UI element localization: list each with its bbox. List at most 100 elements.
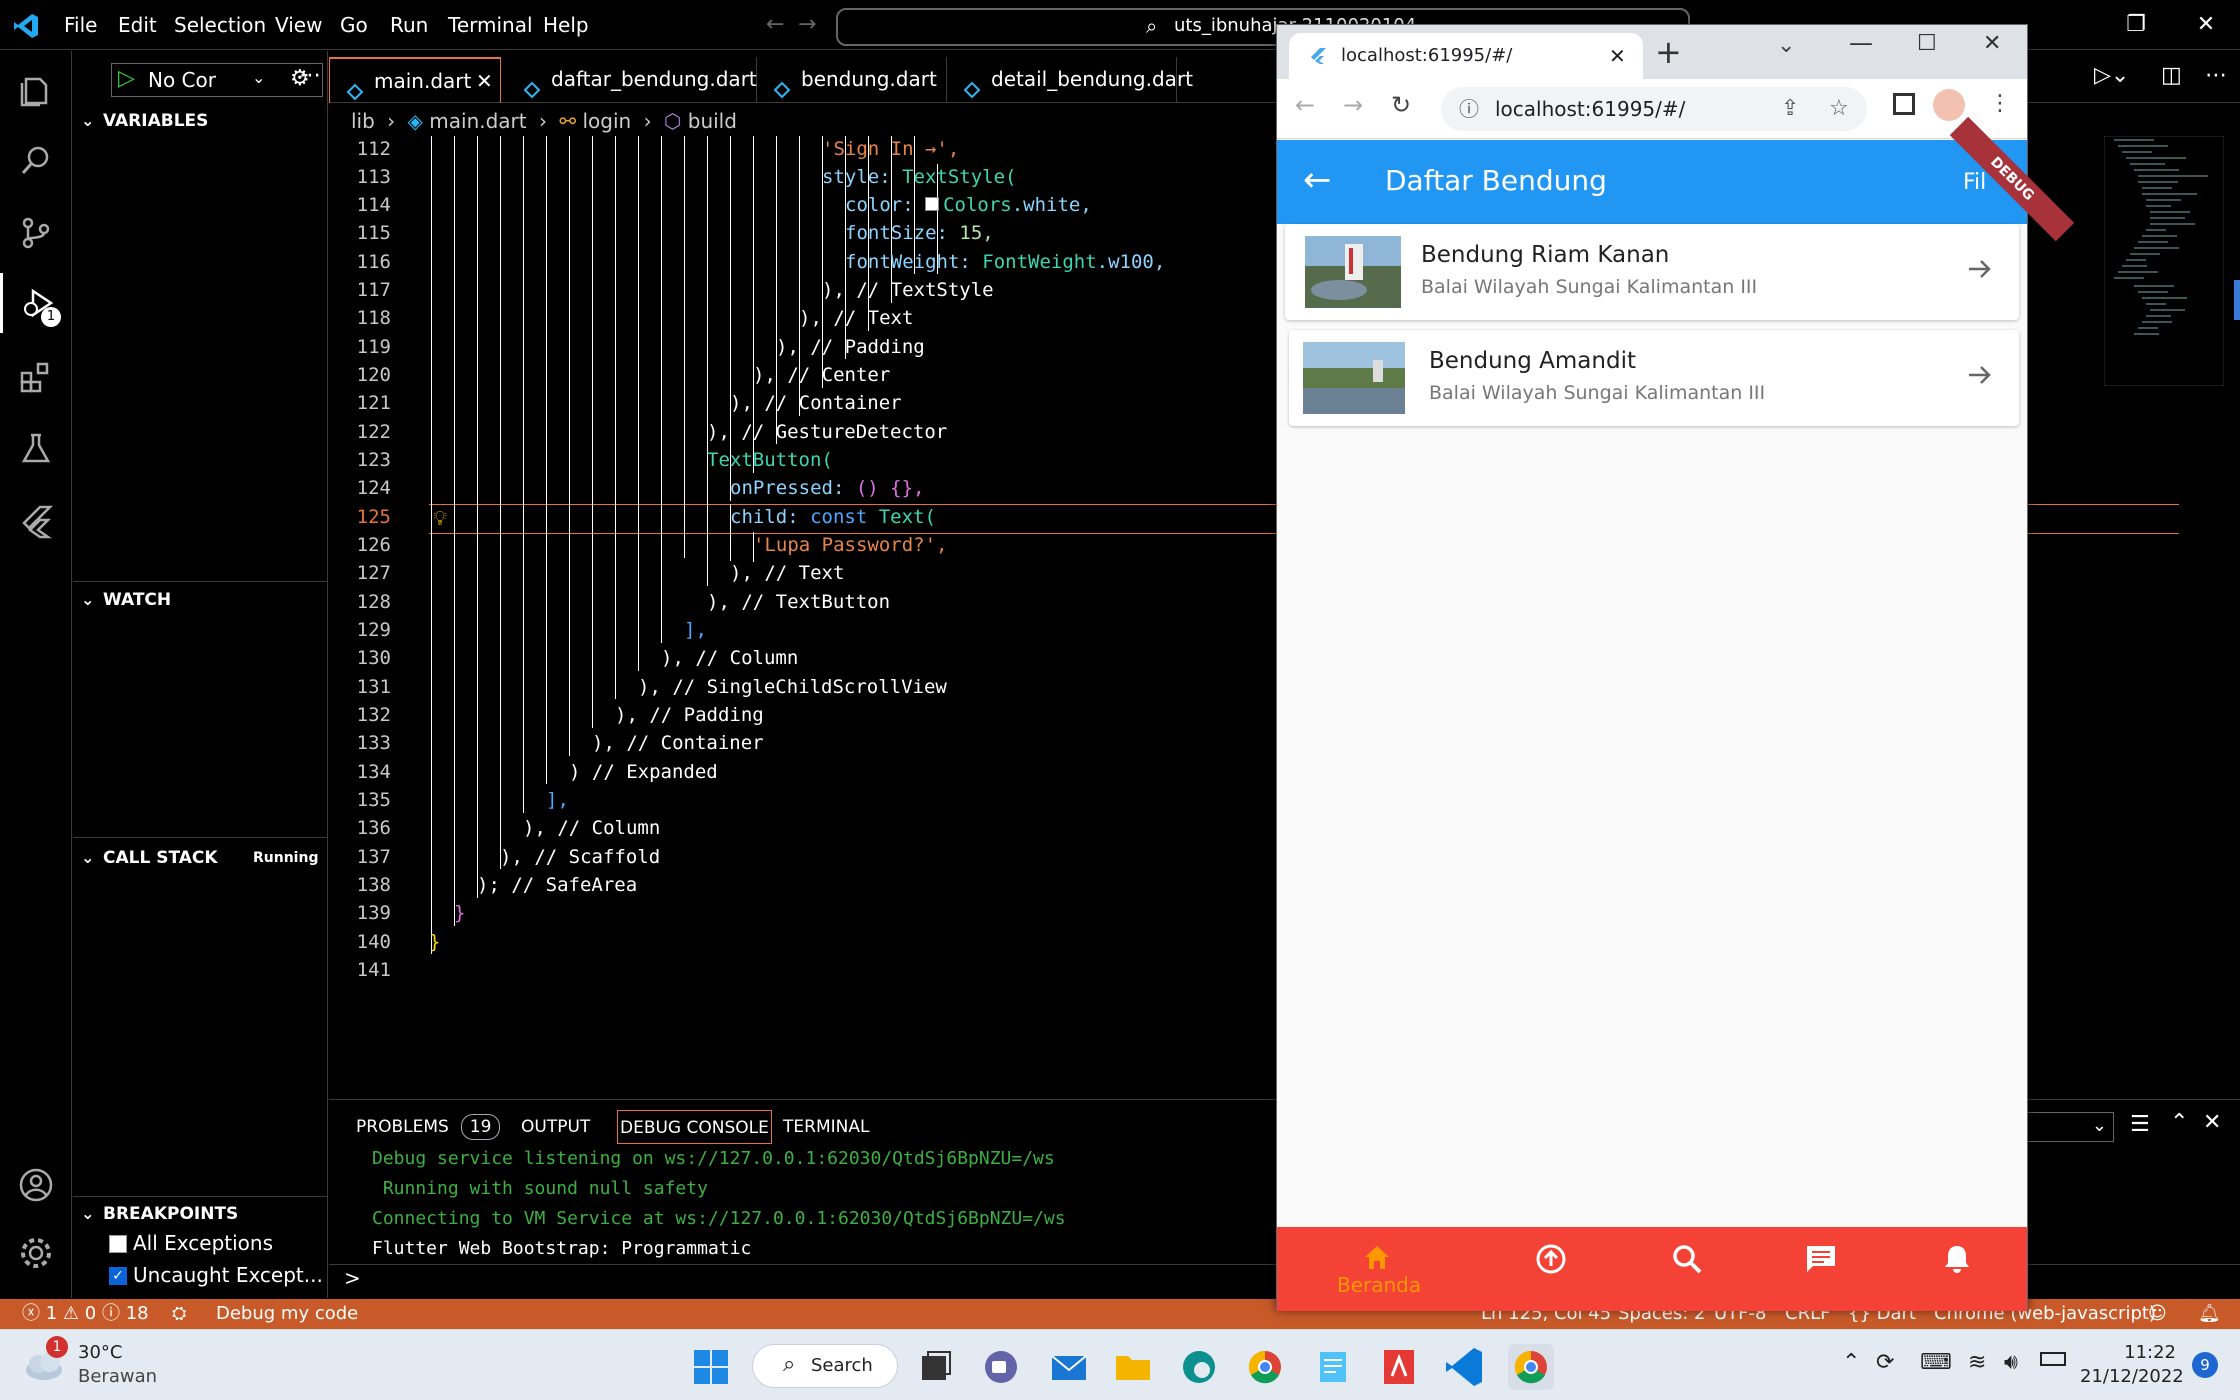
edge-button[interactable] bbox=[1176, 1344, 1222, 1390]
nav-beranda[interactable]: Beranda bbox=[1337, 1243, 1421, 1303]
uncaught-exceptions-checkbox[interactable]: ✓ bbox=[109, 1267, 127, 1285]
nav-notifications[interactable] bbox=[1917, 1243, 1997, 1303]
nav-upload[interactable] bbox=[1511, 1243, 1591, 1303]
more-actions-icon[interactable]: ⋯ bbox=[2205, 63, 2227, 88]
console-prompt[interactable]: > bbox=[344, 1266, 361, 1290]
feedback-icon[interactable]: ☺ bbox=[2148, 1299, 2167, 1329]
clock-time[interactable]: 11:22 bbox=[2088, 1342, 2176, 1363]
source-control-button[interactable] bbox=[0, 203, 72, 263]
nav-back-icon[interactable]: ← bbox=[766, 12, 784, 37]
taskbar-search[interactable]: ⌕ Search bbox=[752, 1344, 898, 1388]
avatar[interactable] bbox=[1933, 89, 1965, 121]
maximize-panel-icon[interactable]: ⌃ bbox=[2170, 1110, 2188, 1135]
close-icon[interactable]: ✕ bbox=[476, 59, 493, 103]
menu-selection[interactable]: Selection bbox=[174, 12, 266, 38]
start-debug-icon[interactable]: ▷ bbox=[118, 66, 135, 91]
minimap[interactable] bbox=[2103, 135, 2225, 387]
nav-search[interactable] bbox=[1647, 1243, 1727, 1303]
chrome-active-button[interactable] bbox=[1508, 1344, 1554, 1390]
new-tab-icon[interactable]: + bbox=[1655, 33, 1682, 71]
back-arrow-icon[interactable]: ← bbox=[1303, 160, 1332, 200]
chrome-menu-icon[interactable]: ⋮ bbox=[1989, 91, 2011, 116]
tab-debug-console[interactable]: DEBUG CONSOLE bbox=[617, 1110, 772, 1144]
site-info-icon[interactable]: ⓘ bbox=[1459, 87, 1479, 131]
side-panel-icon[interactable] bbox=[1893, 93, 1915, 115]
task-view-button[interactable] bbox=[912, 1344, 958, 1390]
all-exceptions-checkbox[interactable] bbox=[109, 1235, 127, 1253]
maximize-icon[interactable]: ☐ bbox=[1917, 31, 1937, 56]
list-item[interactable]: Bendung Riam Kanan Balai Wilayah Sungai … bbox=[1285, 224, 2019, 320]
bell-icon[interactable]: 🔔︎ bbox=[2198, 1299, 2221, 1329]
chevron-down-icon[interactable]: ⌄ bbox=[252, 68, 265, 87]
testing-button[interactable] bbox=[0, 419, 72, 479]
notification-badge[interactable]: 9 bbox=[2192, 1352, 2218, 1378]
volume-icon[interactable]: 🔊︎ bbox=[2004, 1350, 2018, 1375]
pdf-reader-button[interactable] bbox=[1376, 1344, 1422, 1390]
nav-messages[interactable] bbox=[1781, 1243, 1861, 1303]
split-editor-icon[interactable]: ◫ bbox=[2161, 63, 2182, 88]
more-actions-icon[interactable]: ⋯ bbox=[299, 63, 321, 88]
filter-action[interactable]: Fil bbox=[1963, 170, 1986, 195]
explorer-button[interactable] bbox=[0, 61, 72, 121]
file-explorer-button[interactable] bbox=[1110, 1344, 1156, 1390]
menu-edit[interactable]: Edit bbox=[118, 12, 157, 38]
menu-run[interactable]: Run bbox=[390, 12, 428, 38]
tab-search-icon[interactable]: ⌄ bbox=[1777, 33, 1795, 58]
breadcrumb-file[interactable]: main.dart bbox=[429, 109, 526, 133]
breadcrumb-lib[interactable]: lib bbox=[351, 109, 375, 133]
close-icon[interactable]: ✕ bbox=[1609, 33, 1626, 79]
teams-button[interactable] bbox=[978, 1344, 1024, 1390]
start-button[interactable] bbox=[688, 1344, 734, 1390]
manage-button[interactable] bbox=[0, 1223, 72, 1283]
vscode-taskbar-button[interactable] bbox=[1442, 1344, 1488, 1390]
tab-output[interactable]: OUTPUT bbox=[521, 1110, 590, 1144]
problems-status[interactable]: ⓧ 1 ⚠ 0 ⓘ 18 bbox=[22, 1299, 149, 1329]
search-button[interactable] bbox=[0, 131, 72, 191]
clear-console-icon[interactable]: ☰ bbox=[2130, 1112, 2150, 1137]
forward-icon[interactable]: → bbox=[1343, 91, 1363, 119]
weather-widget[interactable]: 1 bbox=[22, 1336, 68, 1384]
star-icon[interactable]: ☆ bbox=[1829, 87, 1849, 131]
breadcrumb-class[interactable]: login bbox=[582, 109, 631, 133]
close-panel-icon[interactable]: ✕ bbox=[2203, 1110, 2221, 1135]
variables-header[interactable]: ⌄ VARIABLES bbox=[73, 103, 328, 139]
run-debug-split-icon[interactable]: ▷⌄ bbox=[2094, 63, 2129, 88]
keyboard-icon[interactable]: ⌨ bbox=[1920, 1350, 1952, 1375]
lightbulb-icon[interactable]: 💡︎ bbox=[433, 506, 447, 530]
tab-daftar-bendung[interactable]: daftar_bendung.dart bbox=[507, 57, 757, 103]
accounts-button[interactable] bbox=[0, 1155, 72, 1215]
menu-help[interactable]: Help bbox=[543, 12, 589, 38]
reload-icon[interactable]: ↻ bbox=[1391, 91, 1411, 119]
sync-icon[interactable]: ⟳ bbox=[1876, 1350, 1894, 1375]
color-swatch[interactable] bbox=[925, 197, 940, 211]
tab-detail-bendung[interactable]: detail_bendung.dart bbox=[947, 57, 1193, 103]
menu-terminal[interactable]: Terminal bbox=[448, 12, 533, 38]
extensions-button[interactable] bbox=[0, 347, 72, 407]
menu-view[interactable]: View bbox=[275, 12, 322, 38]
call-stack-header[interactable]: ⌄ CALL STACK Running bbox=[73, 840, 328, 876]
notepad-button[interactable] bbox=[1310, 1344, 1356, 1390]
mail-button[interactable] bbox=[1046, 1344, 1092, 1390]
tab-problems[interactable]: PROBLEMS 19 bbox=[356, 1110, 501, 1144]
minimize-icon[interactable]: — bbox=[1849, 29, 1873, 57]
address-bar[interactable]: ⓘ localhost:61995/#/ ⇪ ☆ bbox=[1441, 87, 1867, 131]
nav-forward-icon[interactable]: → bbox=[798, 12, 816, 37]
console-filter-select[interactable]: ⌄ bbox=[2020, 1112, 2114, 1142]
run-debug-button[interactable]: 1 bbox=[0, 273, 72, 333]
chrome-tab[interactable]: localhost:61995/#/ ✕ bbox=[1289, 33, 1643, 79]
menu-go[interactable]: Go bbox=[340, 12, 368, 38]
tab-bendung[interactable]: bendung.dart bbox=[757, 57, 947, 103]
watch-header[interactable]: ⌄ WATCH bbox=[73, 582, 328, 618]
flutter-button[interactable] bbox=[0, 491, 72, 551]
code-editor[interactable]: 💡︎ 112 'Sign In →', 113 style: TextStyle… bbox=[329, 136, 2179, 1100]
menu-file[interactable]: File bbox=[64, 12, 97, 38]
tab-terminal[interactable]: TERMINAL bbox=[783, 1110, 869, 1144]
chrome-taskbar-button[interactable] bbox=[1242, 1344, 1288, 1390]
back-icon[interactable]: ← bbox=[1295, 91, 1315, 119]
tab-main-dart[interactable]: main.dart ✕ bbox=[329, 57, 501, 103]
wifi-icon[interactable]: ≋ bbox=[1968, 1350, 1986, 1375]
clock-date[interactable]: 21/12/2022 bbox=[2080, 1366, 2184, 1387]
debug-target[interactable]: Debug my code bbox=[216, 1299, 358, 1329]
scrollbar-thumb[interactable] bbox=[2234, 280, 2240, 320]
breadcrumb-method[interactable]: build bbox=[688, 109, 737, 133]
